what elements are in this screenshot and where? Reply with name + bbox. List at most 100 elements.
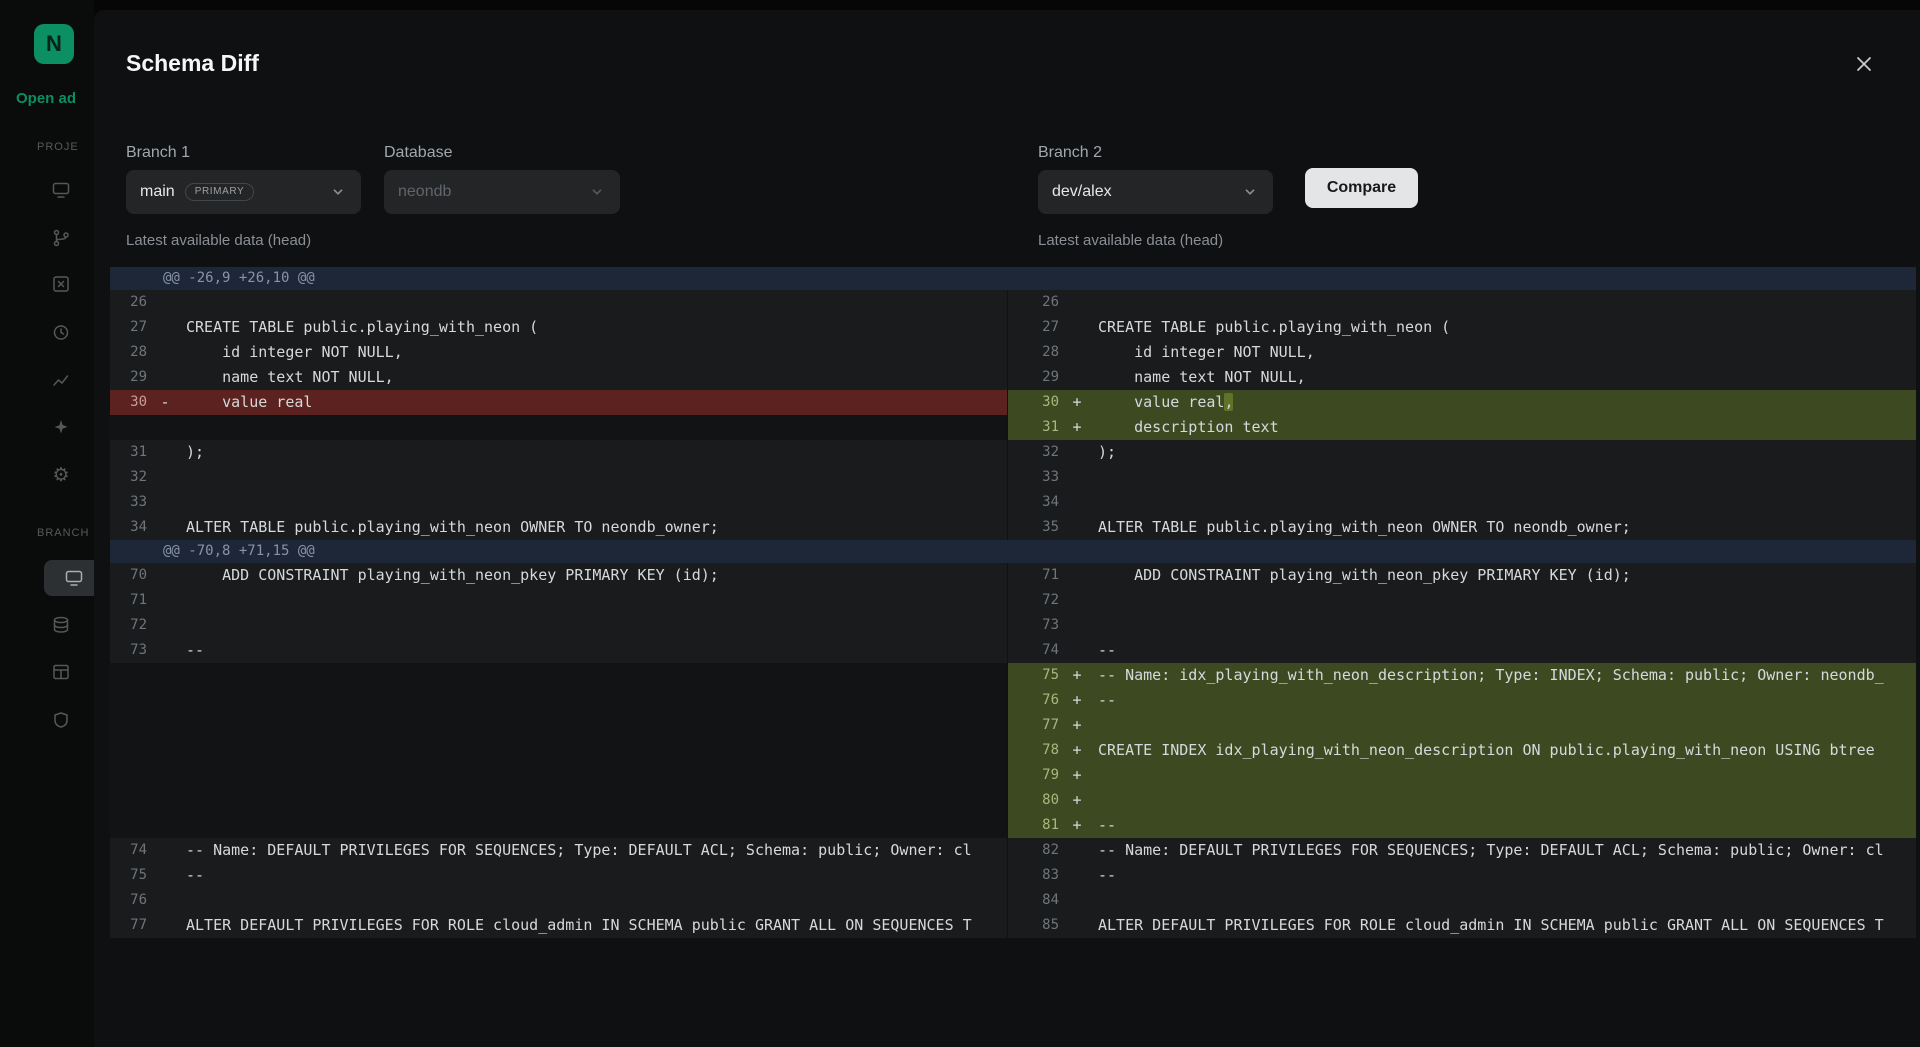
line-number: 78 xyxy=(1008,738,1068,763)
line-number: 75 xyxy=(1008,663,1068,688)
diff-sign: + xyxy=(1068,688,1086,713)
code-text xyxy=(174,415,1007,440)
sidebar-item-dashboard[interactable] xyxy=(49,178,73,202)
line-number: 84 xyxy=(1008,888,1068,913)
diff-sign xyxy=(1068,340,1086,365)
compare-button[interactable]: Compare xyxy=(1305,168,1418,208)
line-number xyxy=(110,688,156,713)
line-number: 75 xyxy=(110,863,156,888)
code-text xyxy=(174,290,1007,315)
diff-row xyxy=(110,738,1007,763)
code-text: ADD CONSTRAINT playing_with_neon_pkey PR… xyxy=(1086,563,1916,588)
line-number: 33 xyxy=(1008,465,1068,490)
diff-sign xyxy=(156,788,174,813)
close-button[interactable] xyxy=(1850,50,1878,78)
line-number: 83 xyxy=(1008,863,1068,888)
code-text: CREATE INDEX idx_playing_with_neon_descr… xyxy=(1086,738,1916,763)
line-number: 77 xyxy=(110,913,156,938)
diff-row: 26 xyxy=(110,290,1007,315)
code-text: value real, xyxy=(1086,390,1916,415)
diff-row: 73 xyxy=(1008,613,1916,638)
code-text xyxy=(174,663,1007,688)
sidebar-item-integrations[interactable] xyxy=(49,415,73,439)
line-number: 79 xyxy=(1008,763,1068,788)
diff-sign xyxy=(1068,563,1086,588)
sparkle-icon xyxy=(51,417,71,437)
diff-row xyxy=(110,688,1007,713)
dashboard-icon xyxy=(51,180,71,200)
diff-sign xyxy=(1068,290,1086,315)
line-number: 29 xyxy=(110,365,156,390)
primary-badge: PRIMARY xyxy=(185,183,255,201)
sidebar-item-databases[interactable] xyxy=(49,613,73,637)
chevron-down-icon xyxy=(329,183,347,201)
code-text: -- xyxy=(1086,813,1916,838)
sidebar-item-branch-overview[interactable] xyxy=(44,560,94,596)
database-select[interactable]: neondb xyxy=(384,170,620,214)
diff-row: 34ALTER TABLE public.playing_with_neon O… xyxy=(110,515,1007,540)
diff-row: 71 ADD CONSTRAINT playing_with_neon_pkey… xyxy=(1008,563,1916,588)
diff-sign: + xyxy=(1068,713,1086,738)
branch1-select[interactable]: main PRIMARY xyxy=(126,170,361,214)
branch2-select[interactable]: dev/alex xyxy=(1038,170,1273,214)
hunk-header: @@ -26,9 +26,10 @@ xyxy=(110,267,1916,290)
diff-sign xyxy=(1068,365,1086,390)
diff-pane-right: 2627CREATE TABLE public.playing_with_neo… xyxy=(1007,290,1916,540)
diff-sign xyxy=(156,315,174,340)
sidebar-item-branches[interactable] xyxy=(49,226,73,250)
diff-sign xyxy=(156,713,174,738)
code-text xyxy=(1086,713,1916,738)
sidebar-item-monitoring[interactable] xyxy=(49,368,73,392)
diff-sign xyxy=(1068,913,1086,938)
diff-sign xyxy=(156,663,174,688)
line-number: 31 xyxy=(1008,415,1068,440)
line-number xyxy=(110,763,156,788)
diff-sign xyxy=(156,290,174,315)
diff-row: 31); xyxy=(110,440,1007,465)
diff-row xyxy=(110,763,1007,788)
database-label: Database xyxy=(384,144,453,162)
diff-sign xyxy=(156,738,174,763)
diff-sign xyxy=(156,688,174,713)
diff-row xyxy=(110,713,1007,738)
diff-sign xyxy=(156,563,174,588)
diff-sign xyxy=(156,340,174,365)
code-text xyxy=(174,465,1007,490)
diff-sign xyxy=(156,813,174,838)
code-text xyxy=(1086,888,1916,913)
line-number: 85 xyxy=(1008,913,1068,938)
database-value: neondb xyxy=(398,183,451,201)
sidebar-item-settings[interactable]: ⚙ xyxy=(49,463,73,487)
neon-logo[interactable]: N xyxy=(34,24,74,64)
line-number: 32 xyxy=(110,465,156,490)
diff-sign: + xyxy=(1068,788,1086,813)
code-text: -- Name: DEFAULT PRIVILEGES FOR SEQUENCE… xyxy=(1086,838,1916,863)
sidebar-item-roles[interactable] xyxy=(49,708,73,732)
diff-row: 72 xyxy=(110,613,1007,638)
diff-row xyxy=(110,415,1007,440)
diff-row: 75+-- Name: idx_playing_with_neon_descri… xyxy=(1008,663,1916,688)
diff-row xyxy=(110,663,1007,688)
branch-section-heading: BRANCH xyxy=(37,527,94,539)
open-admin-link[interactable]: Open ad xyxy=(16,90,92,107)
diff-sign xyxy=(156,863,174,888)
diff-row: 74-- Name: DEFAULT PRIVILEGES FOR SEQUEN… xyxy=(110,838,1007,863)
diff-view[interactable]: @@ -26,9 +26,10 @@2627CREATE TABLE publi… xyxy=(110,267,1916,938)
diff-row: 29 name text NOT NULL, xyxy=(1008,365,1916,390)
diff-sign xyxy=(1068,465,1086,490)
diff-row: 76 xyxy=(110,888,1007,913)
code-text: ADD CONSTRAINT playing_with_neon_pkey PR… xyxy=(174,563,1007,588)
code-text xyxy=(1086,588,1916,613)
line-number: 74 xyxy=(110,838,156,863)
line-number xyxy=(110,415,156,440)
diff-pane-left: 70 ADD CONSTRAINT playing_with_neon_pkey… xyxy=(110,563,1007,938)
sidebar-item-sql-editor[interactable] xyxy=(49,272,73,296)
diff-sign xyxy=(156,838,174,863)
chevron-down-icon xyxy=(1241,183,1259,201)
diff-sign: - xyxy=(156,390,174,415)
line-number: 34 xyxy=(110,515,156,540)
sidebar-item-tables[interactable] xyxy=(49,660,73,684)
line-number xyxy=(110,663,156,688)
diff-sign xyxy=(156,613,174,638)
sidebar-item-restore[interactable] xyxy=(49,320,73,344)
